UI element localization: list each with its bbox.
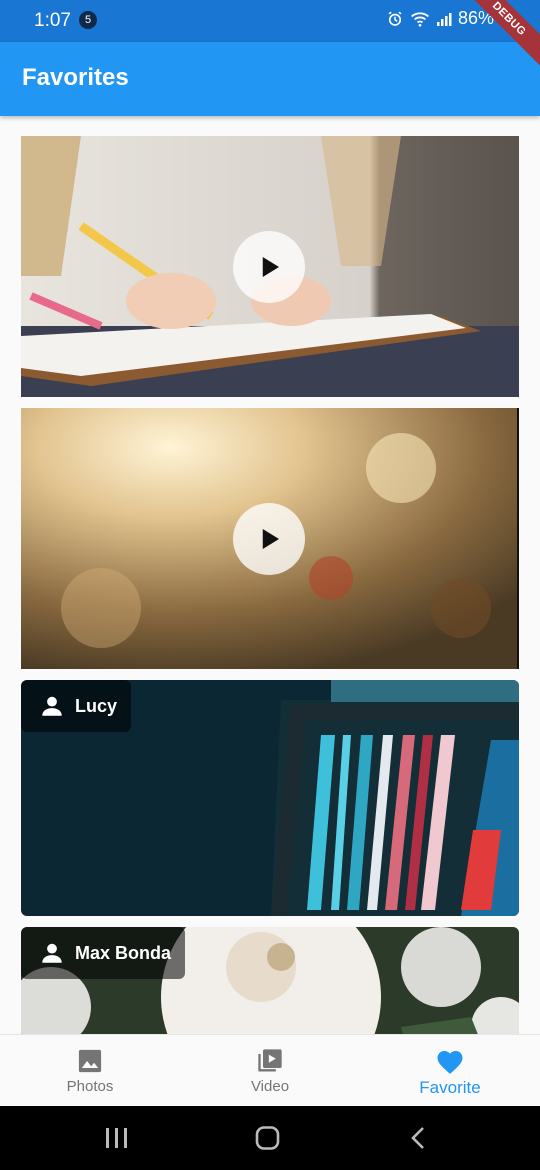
video-library-icon [258,1049,282,1072]
page-title: Favorites [22,64,129,91]
video-card-1[interactable] [21,136,519,397]
nav-label-video: Video [250,1078,290,1095]
alarm-icon [388,11,402,26]
home-icon[interactable] [255,1126,281,1150]
wifi-icon [411,11,429,27]
author-chip: Lucy [21,680,132,732]
nav-item-video[interactable]: Video [180,1035,360,1107]
nav-label-photos: Photos [66,1078,114,1095]
signal-icon [437,12,452,26]
play-icon [262,529,279,549]
nav-item-photos[interactable]: Photos [0,1035,180,1107]
person-icon [42,943,62,963]
person-icon [42,696,62,716]
play-icon [262,257,279,277]
nav-item-favorite[interactable]: Favorite [360,1035,540,1107]
status-bar: 1:07 5 86% [0,0,540,42]
system-navigation-bar [0,1106,540,1170]
favorites-feed[interactable]: Lucy Max Bonda [0,116,540,1034]
back-icon[interactable] [408,1126,430,1150]
app-bar: Favorites [0,42,540,116]
image-icon [78,1049,102,1073]
photo-card-max-bonda[interactable]: Max Bonda [21,927,519,1034]
play-button[interactable] [233,231,305,303]
video-card-2[interactable] [21,408,519,669]
photo-card-lucy[interactable]: Lucy [21,680,519,916]
status-time: 1:07 [34,10,71,31]
nav-label-favorite: Favorite [419,1078,481,1097]
heart-icon [437,1051,463,1074]
author-name: Lucy [75,695,118,716]
play-button[interactable] [233,503,305,575]
author-chip: Max Bonda [21,927,186,979]
notification-count-badge: 5 [79,11,97,29]
recents-icon[interactable] [104,1126,130,1150]
bottom-navigation: Photos Video Favorite [0,1034,540,1107]
status-icons: 86% [386,8,494,29]
author-name: Max Bonda [75,942,172,963]
